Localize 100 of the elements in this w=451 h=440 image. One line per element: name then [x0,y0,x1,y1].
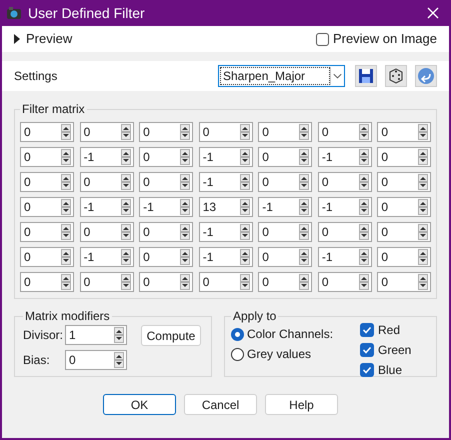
dialog-button[interactable]: Help [265,394,338,415]
preview-toggle[interactable]: Preview [14,29,72,49]
spin-buttons[interactable] [418,274,428,290]
spin-buttons[interactable] [358,274,369,290]
number-field[interactable]: -1 [80,147,134,167]
number-field[interactable]: -1 [80,197,134,217]
spin-buttons[interactable] [180,174,190,190]
number-field[interactable]: 0 [377,172,432,192]
checkbox[interactable] [360,363,374,377]
number-field[interactable]: 0 [198,122,253,142]
number-field[interactable]: 0 [139,247,194,267]
spin-buttons[interactable] [240,249,250,265]
number-field[interactable]: 0 [258,222,312,242]
spin-buttons[interactable] [120,124,131,140]
number-field[interactable]: 0 [318,222,372,242]
spin-buttons[interactable] [61,174,71,190]
spin-buttons[interactable] [418,124,428,140]
checkbox[interactable] [316,32,329,46]
spin-buttons[interactable] [358,124,369,140]
radio-button[interactable] [231,348,244,360]
number-field[interactable]: 0 [20,197,74,217]
spin-buttons[interactable] [180,224,190,240]
spin-buttons[interactable] [120,199,131,215]
number-field[interactable]: 0 [65,350,127,370]
number-field[interactable]: 13 [198,197,253,217]
spin-buttons[interactable] [418,199,428,215]
spin-buttons[interactable] [114,327,124,343]
spin-buttons[interactable] [120,149,131,165]
spin-buttons[interactable] [299,224,310,240]
number-field[interactable]: 0 [198,272,253,292]
spin-buttons[interactable] [358,174,369,190]
spin-buttons[interactable] [61,199,71,215]
spin-buttons[interactable] [299,124,310,140]
number-field[interactable]: 0 [377,272,432,292]
spin-buttons[interactable] [418,249,428,265]
spin-buttons[interactable] [61,224,71,240]
spin-buttons[interactable] [120,224,131,240]
number-field[interactable]: 0 [80,222,134,242]
number-field[interactable]: -1 [318,247,372,267]
spin-buttons[interactable] [418,174,428,190]
number-field[interactable]: 0 [258,172,312,192]
number-field[interactable]: 0 [318,172,372,192]
number-field[interactable]: 0 [80,172,134,192]
spin-buttons[interactable] [299,149,310,165]
number-field[interactable]: 0 [377,247,432,267]
spin-buttons[interactable] [61,249,71,265]
number-field[interactable]: -1 [318,197,372,217]
checkbox[interactable] [360,323,374,337]
spin-buttons[interactable] [240,174,250,190]
spin-buttons[interactable] [299,199,310,215]
spin-buttons[interactable] [61,124,71,140]
settings-dropdown[interactable]: Sharpen_Major [218,65,345,87]
radio-button[interactable] [231,328,244,340]
spin-buttons[interactable] [120,274,131,290]
number-field[interactable]: 0 [20,222,74,242]
number-field[interactable]: 0 [258,122,312,142]
spin-buttons[interactable] [358,199,369,215]
spin-buttons[interactable] [358,224,369,240]
spin-buttons[interactable] [418,149,428,165]
number-field[interactable]: 0 [377,122,432,142]
close-icon[interactable] [427,7,439,19]
number-field[interactable]: 0 [20,122,74,142]
number-field[interactable]: 0 [80,122,134,142]
spin-buttons[interactable] [61,149,71,165]
number-field[interactable]: 0 [139,122,194,142]
number-field[interactable]: 0 [258,272,312,292]
number-field[interactable]: 0 [80,272,134,292]
number-field[interactable]: 0 [318,272,372,292]
save-icon[interactable] [355,65,377,87]
checkbox[interactable] [360,343,374,357]
dialog-button[interactable]: OK [103,394,176,415]
number-field[interactable]: 1 [65,325,127,345]
compute-button[interactable]: Compute [141,325,201,346]
reset-icon[interactable] [415,65,437,87]
number-field[interactable]: -1 [198,172,253,192]
number-field[interactable]: 0 [20,247,74,267]
number-field[interactable]: 0 [139,172,194,192]
number-field[interactable]: -1 [80,247,134,267]
spin-buttons[interactable] [240,199,250,215]
number-field[interactable]: -1 [139,197,194,217]
spin-buttons[interactable] [120,249,131,265]
number-field[interactable]: 0 [258,247,312,267]
spin-buttons[interactable] [180,149,190,165]
spin-buttons[interactable] [358,149,369,165]
number-field[interactable]: 0 [377,197,432,217]
number-field[interactable]: 0 [139,272,194,292]
number-field[interactable]: 0 [139,147,194,167]
number-field[interactable]: -1 [198,247,253,267]
spin-buttons[interactable] [418,224,428,240]
spin-buttons[interactable] [180,199,190,215]
number-field[interactable]: -1 [198,147,253,167]
spin-buttons[interactable] [358,249,369,265]
number-field[interactable]: 0 [139,222,194,242]
spin-buttons[interactable] [61,274,71,290]
number-field[interactable]: 0 [20,147,74,167]
number-field[interactable]: -1 [198,222,253,242]
dialog-button[interactable]: Cancel [184,394,257,415]
spin-buttons[interactable] [240,274,250,290]
number-field[interactable]: 0 [20,272,74,292]
number-field[interactable]: -1 [258,197,312,217]
